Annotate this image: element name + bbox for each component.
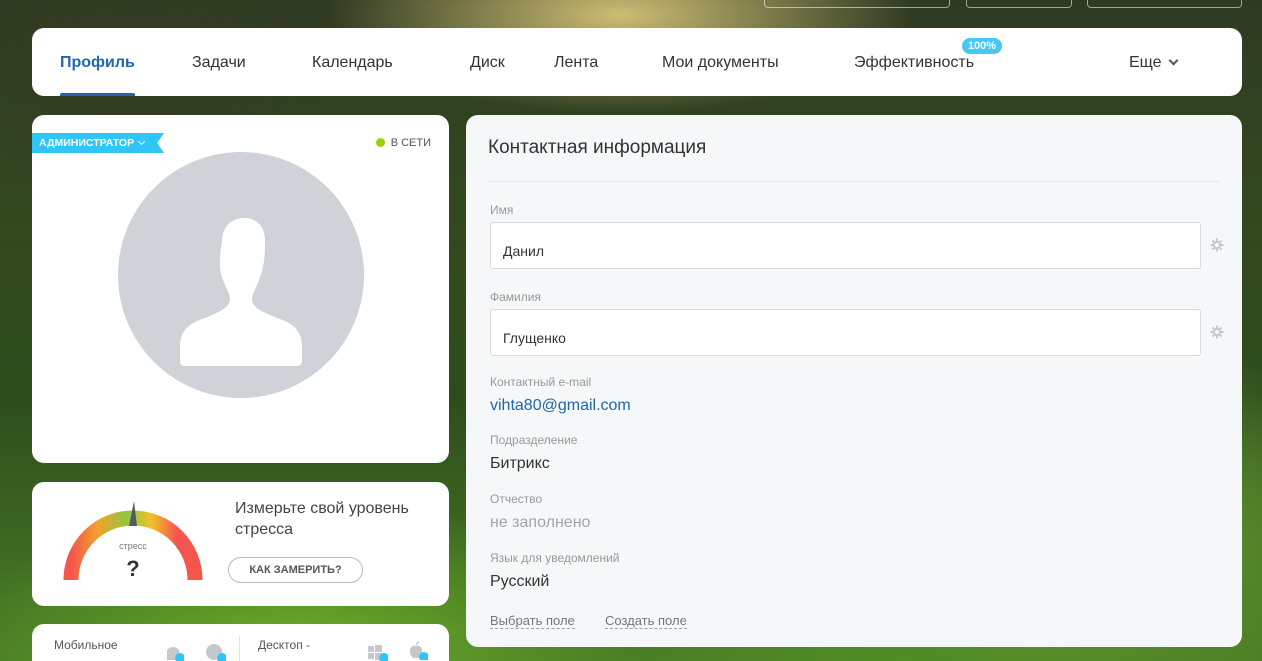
stress-card: стресс ? Измерьте свой уровень стресса К…	[32, 482, 449, 606]
desktop-app-label: Десктоп -	[258, 638, 311, 652]
last-name-label: Фамилия	[490, 290, 541, 304]
online-status: В СЕТИ	[375, 137, 431, 149]
email-label: Контактный e-mail	[490, 375, 592, 389]
gauge-value: ?	[126, 556, 139, 581]
tab-my-documents-label: Мои документы	[662, 54, 779, 71]
language-label: Язык для уведомлений	[490, 551, 620, 565]
contact-info-card: Контактная информация Имя Данил Фамилия …	[466, 115, 1242, 647]
how-to-measure-button[interactable]: КАК ЗАМЕРИТЬ?	[228, 557, 363, 583]
gauge-label: стресс	[119, 541, 147, 551]
department-label: Подразделение	[490, 433, 578, 447]
chevron-down-icon	[1168, 55, 1179, 66]
gear-icon[interactable]	[1210, 238, 1224, 252]
efficiency-badge: 100%	[961, 38, 1003, 54]
tab-disk[interactable]: Диск	[470, 28, 505, 96]
chevron-down-icon	[138, 138, 145, 145]
avatar-card: АДМИНИСТРАТОР В СЕТИ	[32, 115, 449, 463]
user-silhouette-icon	[180, 218, 302, 366]
profile-tabs-bar: Профиль Задачи Календарь Диск Лента Мои …	[32, 28, 1242, 96]
tab-my-documents[interactable]: Мои документы	[662, 28, 779, 96]
tab-feed[interactable]: Лента	[554, 28, 598, 96]
divider	[239, 636, 240, 661]
tab-profile[interactable]: Профиль	[60, 28, 135, 96]
android-icon[interactable]	[162, 642, 184, 661]
language-value: Русский	[490, 573, 550, 590]
first-name-field[interactable]: Данил	[490, 222, 1201, 269]
patronymic-value: не заполнено	[490, 514, 591, 531]
tab-efficiency-label: Эффективность	[854, 54, 975, 71]
select-field-link[interactable]: Выбрать поле	[490, 613, 575, 629]
stress-gauge-icon: стресс ?	[63, 501, 203, 581]
top-toolbar-remnant	[764, 0, 950, 8]
tab-tasks-label: Задачи	[192, 54, 246, 71]
stress-prompt: Измерьте свой уровень стресса	[235, 500, 409, 538]
top-toolbar-remnant	[966, 0, 1072, 8]
role-label: АДМИНИСТРАТОР	[39, 137, 135, 149]
apps-card: Мобильное Десктоп -	[32, 624, 449, 661]
divider	[488, 181, 1220, 182]
tab-feed-label: Лента	[554, 54, 599, 71]
tab-more-label: Еще	[1129, 54, 1162, 71]
tab-profile-label: Профиль	[60, 54, 135, 71]
email-link[interactable]: vihta80@gmail.com	[490, 397, 631, 415]
tab-calendar-label: Календарь	[312, 54, 393, 71]
tab-more[interactable]: Еще	[1129, 28, 1179, 96]
tab-calendar[interactable]: Календарь	[312, 28, 393, 96]
tab-efficiency[interactable]: Эффективность 100%	[854, 28, 1003, 96]
contact-info-title: Контактная информация	[488, 137, 707, 158]
tab-tasks[interactable]: Задачи	[192, 28, 246, 96]
online-status-label: В СЕТИ	[390, 137, 431, 149]
app-store-icon[interactable]	[204, 642, 226, 661]
create-field-link[interactable]: Создать поле	[605, 613, 687, 629]
last-name-field[interactable]: Глущенко	[490, 309, 1201, 356]
windows-icon[interactable]	[366, 642, 388, 661]
tab-disk-label: Диск	[470, 54, 505, 71]
top-toolbar-remnant	[1087, 0, 1242, 8]
avatar[interactable]	[118, 152, 364, 398]
gear-icon[interactable]	[1210, 325, 1224, 339]
online-dot-icon	[375, 138, 385, 147]
apple-icon[interactable]	[406, 640, 428, 660]
department-value: Битрикс	[490, 455, 550, 472]
mobile-app-label: Мобильное	[54, 638, 118, 652]
first-name-label: Имя	[490, 203, 514, 217]
patronymic-label: Отчество	[490, 492, 543, 506]
role-dropdown[interactable]: АДМИНИСТРАТОР	[32, 133, 164, 153]
